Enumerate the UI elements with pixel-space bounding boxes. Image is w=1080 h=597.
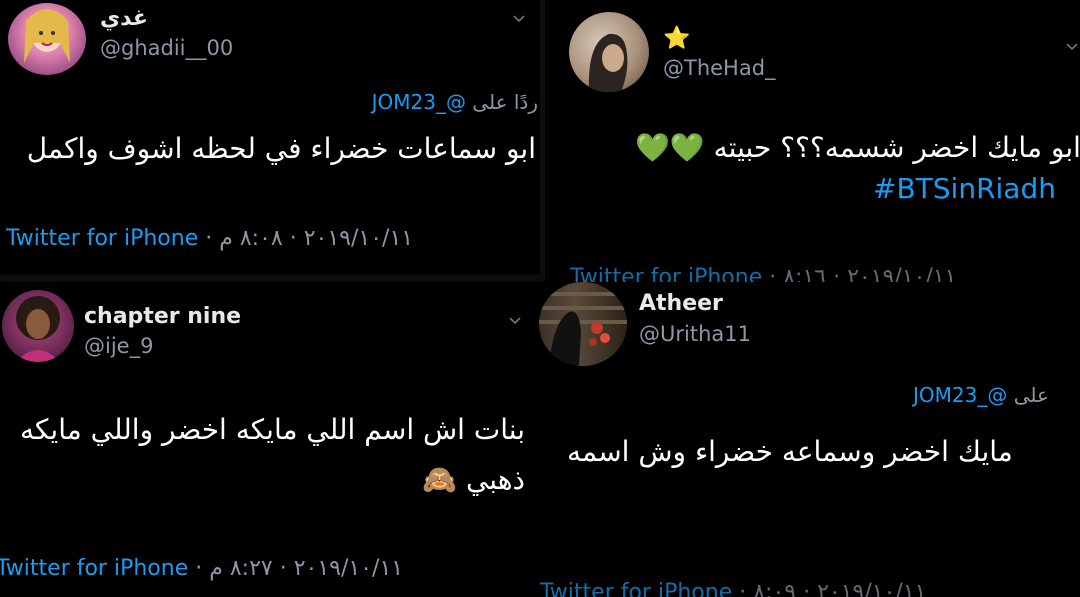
display-name[interactable]: ⭐	[663, 26, 690, 51]
avatar[interactable]	[2, 290, 74, 362]
display-name[interactable]: chapter nine	[84, 304, 241, 329]
meta-separator: ·	[289, 226, 297, 251]
user-handle[interactable]: @ghadii__00	[100, 36, 233, 60]
tweet-text-line1: بنات اش اسم اللي مايكه اخضر واللي مايكه	[19, 413, 525, 446]
tweet-text: ابو مايك اخضر شسمه؟؟؟ حبيته 💚💚	[635, 131, 1080, 164]
avatar[interactable]	[8, 3, 86, 75]
meta-separator: ·	[279, 556, 287, 581]
user-handle[interactable]: @TheHad_	[663, 56, 776, 80]
tweet-text: مايك اخضر وسماعه خضراء وش اسمه	[567, 435, 1013, 468]
meta-separator: ·	[205, 226, 213, 251]
tweet-meta: Twitter for iPhone · ٢٠١٩/١٠/١١ · ٨:٠٩	[540, 580, 926, 597]
tweet-time[interactable]: ٨:٢٧ م	[209, 556, 273, 581]
reply-prefix: على	[1013, 383, 1049, 407]
chevron-down-icon[interactable]	[1065, 40, 1079, 54]
reply-mention-link[interactable]: @_JOM23	[913, 383, 1007, 407]
reply-prefix: ردًا على	[472, 90, 538, 114]
meta-separator: ·	[739, 580, 747, 597]
source-link[interactable]: Twitter for iPhone	[0, 556, 188, 581]
tweet-date[interactable]: ٢٠١٩/١٠/١١	[294, 556, 403, 581]
chevron-down-icon[interactable]	[512, 12, 526, 26]
meta-separator: ·	[195, 556, 203, 581]
avatar[interactable]	[539, 282, 627, 366]
hashtag-link[interactable]: #BTSinRiadh	[873, 172, 1056, 205]
user-handle[interactable]: @Uritha11	[639, 322, 751, 346]
tweet-card-ghadii[interactable]: غدي @ghadii__00 ردًا على @_JOM23 ابو سما…	[0, 0, 540, 275]
row-divider	[0, 275, 540, 282]
user-handle[interactable]: @ije_9	[84, 334, 153, 358]
tweet-time[interactable]: ٨:٠٨ م	[219, 226, 283, 251]
display-name[interactable]: Atheer	[639, 291, 723, 316]
avatar[interactable]	[569, 12, 649, 92]
tweet-meta: Twitter for iPhone · ٢٠١٩/١٠/١١ · ٨:٢٧ م	[0, 556, 403, 581]
tweet-meta: Twitter for iPhone · ٢٠١٩/١٠/١١ · ٨:٠٨ م	[6, 226, 413, 251]
meta-separator: ·	[803, 580, 811, 597]
tweet-date[interactable]: ٢٠١٩/١٠/١١	[817, 580, 926, 597]
reply-mention-link[interactable]: @_JOM23	[372, 90, 466, 114]
tweet-card-atheer[interactable]: Atheer @Uritha11 على @_JOM23 مايك اخضر و…	[535, 282, 1080, 597]
tweet-text: ابو سماعات خضراء في لحظه اشوف واكمل	[26, 132, 536, 165]
tweet-time[interactable]: ٨:٠٩	[753, 580, 796, 597]
source-link[interactable]: Twitter for iPhone	[6, 226, 198, 251]
source-link[interactable]: Twitter for iPhone	[540, 580, 732, 597]
chevron-down-icon[interactable]	[508, 314, 522, 328]
tweet-card-thehad[interactable]: ⭐ @TheHad_ ابو مايك اخضر شسمه؟؟؟ حبيته 💚…	[545, 0, 1080, 285]
reply-context: على @_JOM23	[913, 383, 1049, 407]
display-name[interactable]: غدي	[100, 6, 148, 31]
tweet-card-ije[interactable]: chapter nine @ije_9 بنات اش اسم اللي ماي…	[0, 282, 530, 597]
tweet-date[interactable]: ٢٠١٩/١٠/١١	[304, 226, 413, 251]
reply-context: ردًا على @_JOM23	[372, 90, 538, 114]
tweet-text-line2: ذهبي 🙈	[422, 463, 525, 496]
